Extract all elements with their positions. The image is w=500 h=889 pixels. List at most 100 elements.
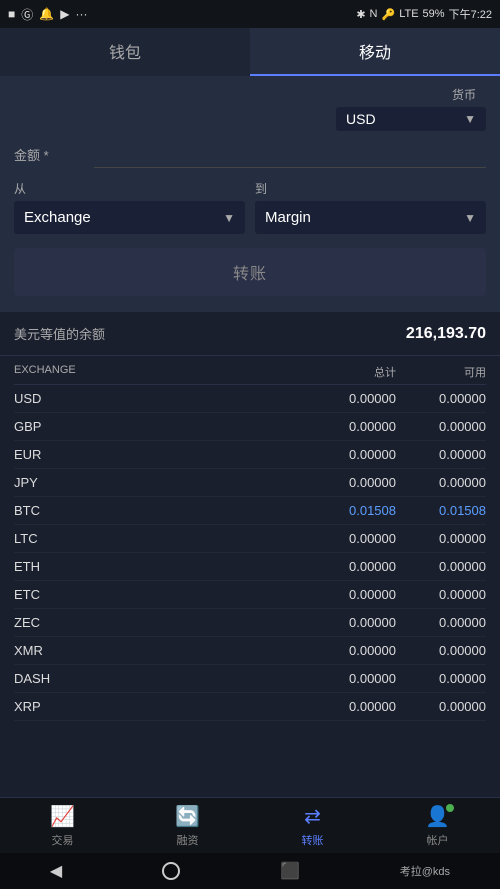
row-available: 0.00000 bbox=[396, 671, 486, 686]
header-total: 总计 bbox=[296, 364, 396, 380]
to-chevron-icon: ▼ bbox=[464, 211, 476, 225]
account-online-dot bbox=[446, 804, 454, 812]
balance-label: 美元等值的余额 bbox=[14, 324, 105, 343]
table-row: GBP 0.00000 0.00000 bbox=[14, 413, 486, 441]
time: 下午7:22 bbox=[449, 6, 492, 22]
row-available: 0.00000 bbox=[396, 531, 486, 546]
row-currency: XRP bbox=[14, 699, 296, 714]
row-total: 0.00000 bbox=[296, 643, 396, 658]
nfc-icon: N bbox=[370, 8, 378, 20]
chevron-down-icon: ▼ bbox=[464, 112, 476, 126]
status-left-icons: ■ Ⓖ 🔔 ▶ ··· bbox=[8, 6, 87, 23]
transfer-button[interactable]: 转账 bbox=[14, 248, 486, 296]
nav-item-fund[interactable]: 🔄 融资 bbox=[125, 804, 250, 848]
table-row: ETC 0.00000 0.00000 bbox=[14, 581, 486, 609]
currency-label: 货币 bbox=[452, 86, 476, 103]
dots: ··· bbox=[75, 7, 87, 21]
row-available: 0.00000 bbox=[396, 447, 486, 462]
table-header: EXCHANGE 总计 可用 bbox=[14, 356, 486, 385]
from-label: 从 bbox=[14, 180, 245, 197]
table-row: DASH 0.00000 0.00000 bbox=[14, 665, 486, 693]
row-total: 0.00000 bbox=[296, 531, 396, 546]
amount-row: 金额 * bbox=[14, 141, 486, 168]
bottom-nav: 📈 交易 🔄 融资 ⇄ 转账 👤 帐户 bbox=[0, 797, 500, 853]
row-currency: BTC bbox=[14, 503, 296, 518]
row-total: 0.00000 bbox=[296, 615, 396, 630]
tab-header: 钱包 移动 bbox=[0, 28, 500, 76]
balance-value: 216,193.70 bbox=[406, 325, 486, 343]
fund-icon: 🔄 bbox=[175, 804, 200, 829]
system-nav: ◀ ⬛ 考拉@kds bbox=[0, 853, 500, 889]
menu-icon: ■ bbox=[8, 7, 15, 21]
row-total: 0.01508 bbox=[296, 503, 396, 518]
currency-value: USD bbox=[346, 111, 376, 127]
currency-wrapper: 货币 USD ▼ bbox=[14, 86, 486, 131]
battery-icon: 59% bbox=[423, 8, 445, 20]
from-select[interactable]: Exchange ▼ bbox=[14, 201, 245, 234]
nav-label-account: 帐户 bbox=[427, 832, 449, 848]
transfer-icon: ⇄ bbox=[304, 804, 321, 829]
from-chevron-icon: ▼ bbox=[223, 211, 235, 225]
play-icon: ▶ bbox=[60, 7, 69, 21]
back-button[interactable]: ◀ bbox=[50, 861, 62, 881]
row-currency: USD bbox=[14, 391, 296, 406]
table-row: JPY 0.00000 0.00000 bbox=[14, 469, 486, 497]
table-row: EUR 0.00000 0.00000 bbox=[14, 441, 486, 469]
row-available: 0.00000 bbox=[396, 419, 486, 434]
to-select[interactable]: Margin ▼ bbox=[255, 201, 486, 234]
row-currency: GBP bbox=[14, 419, 296, 434]
table-row: XMR 0.00000 0.00000 bbox=[14, 637, 486, 665]
app-icon: Ⓖ bbox=[21, 6, 33, 23]
tab-move[interactable]: 移动 bbox=[250, 28, 500, 76]
table-row: ZEC 0.00000 0.00000 bbox=[14, 609, 486, 637]
status-bar: ■ Ⓖ 🔔 ▶ ··· ✱ N 🔑 LTE 59% 下午7:22 bbox=[0, 0, 500, 28]
header-exchange: EXCHANGE bbox=[14, 364, 296, 380]
row-currency: ETC bbox=[14, 587, 296, 602]
row-available: 0.00000 bbox=[396, 475, 486, 490]
balance-section: 美元等值的余额 216,193.70 bbox=[0, 312, 500, 356]
trade-icon: 📈 bbox=[50, 804, 75, 829]
table-section: EXCHANGE 总计 可用 USD 0.00000 0.00000 GBP 0… bbox=[0, 356, 500, 721]
row-total: 0.00000 bbox=[296, 559, 396, 574]
account-icon-wrapper: 👤 bbox=[425, 804, 450, 829]
row-total: 0.00000 bbox=[296, 475, 396, 490]
nav-item-account[interactable]: 👤 帐户 bbox=[375, 804, 500, 848]
bell-icon: 🔔 bbox=[39, 7, 54, 21]
table-row: ETH 0.00000 0.00000 bbox=[14, 553, 486, 581]
amount-label: 金额 * bbox=[14, 145, 94, 164]
row-total: 0.00000 bbox=[296, 447, 396, 462]
form-area: 货币 USD ▼ 金额 * 从 Exchange ▼ 到 Margin ▼ 转账 bbox=[0, 76, 500, 312]
table-row: XRP 0.00000 0.00000 bbox=[14, 693, 486, 721]
to-label: 到 bbox=[255, 180, 486, 197]
row-available: 0.00000 bbox=[396, 587, 486, 602]
table-row: LTC 0.00000 0.00000 bbox=[14, 525, 486, 553]
to-group: 到 Margin ▼ bbox=[255, 180, 486, 234]
bluetooth-icon: ✱ bbox=[356, 8, 365, 21]
table-row: BTC 0.01508 0.01508 bbox=[14, 497, 486, 525]
nav-item-trade[interactable]: 📈 交易 bbox=[0, 804, 125, 848]
nav-item-transfer[interactable]: ⇄ 转账 bbox=[250, 804, 375, 848]
row-currency: ZEC bbox=[14, 615, 296, 630]
home-button[interactable] bbox=[162, 862, 180, 880]
currency-select[interactable]: USD ▼ bbox=[336, 107, 486, 131]
row-total: 0.00000 bbox=[296, 671, 396, 686]
row-total: 0.00000 bbox=[296, 699, 396, 714]
recents-button[interactable]: ⬛ bbox=[280, 861, 300, 881]
row-currency: LTC bbox=[14, 531, 296, 546]
row-available: 0.00000 bbox=[396, 643, 486, 658]
row-currency: EUR bbox=[14, 447, 296, 462]
amount-input[interactable] bbox=[94, 141, 486, 168]
row-currency: DASH bbox=[14, 671, 296, 686]
row-currency: ETH bbox=[14, 559, 296, 574]
row-available: 0.01508 bbox=[396, 503, 486, 518]
row-available: 0.00000 bbox=[396, 699, 486, 714]
header-available: 可用 bbox=[396, 364, 486, 380]
nav-label-fund: 融资 bbox=[177, 832, 199, 848]
tab-wallet[interactable]: 钱包 bbox=[0, 28, 250, 76]
row-available: 0.00000 bbox=[396, 391, 486, 406]
key-icon: 🔑 bbox=[381, 8, 395, 21]
row-total: 0.00000 bbox=[296, 419, 396, 434]
from-to-row: 从 Exchange ▼ 到 Margin ▼ bbox=[14, 180, 486, 234]
nav-label-trade: 交易 bbox=[52, 832, 74, 848]
to-value: Margin bbox=[265, 209, 311, 226]
